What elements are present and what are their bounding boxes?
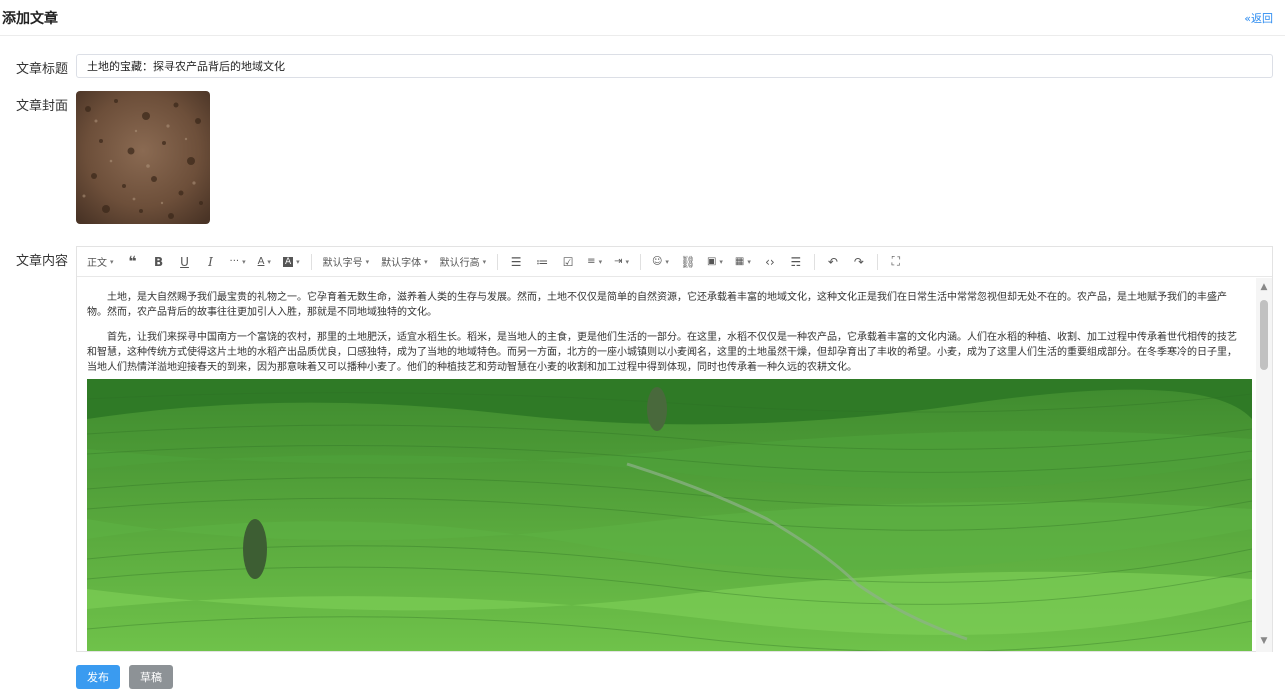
chevron-down-icon: ▾ — [482, 257, 487, 266]
page-title: 添加文章 — [2, 11, 58, 27]
toolbar-divider — [813, 253, 815, 270]
chevron-down-icon: ▾ — [365, 257, 370, 266]
undo-icon[interactable]: ↶ — [820, 251, 846, 273]
image-icon[interactable]: ▣ ▾ — [701, 251, 729, 273]
align-icon[interactable]: ≡ ▾ — [581, 251, 608, 273]
back-link[interactable]: «返回 — [1244, 10, 1273, 26]
line-height-label: 默认行高 — [439, 258, 480, 269]
scroll-up-icon[interactable]: ▲ — [1256, 280, 1272, 294]
table-icon[interactable]: ▦ ▾ — [729, 251, 757, 273]
link-icon[interactable]: ⛓ — [675, 251, 701, 273]
bold-icon[interactable]: B — [146, 251, 172, 273]
chevron-down-icon: ▾ — [267, 257, 271, 266]
toolbar-divider — [639, 253, 641, 270]
scroll-down-icon[interactable]: ▼ — [1256, 634, 1272, 648]
content-paragraph[interactable]: 首先，让我们来探寻中国南方一个富饶的农村，那里的土地肥沃，适宜水稻生长。稻米，是… — [87, 330, 1246, 375]
code-icon[interactable]: ‹› — [757, 251, 783, 273]
divider-icon[interactable]: ☴ — [783, 251, 809, 273]
cover-image[interactable] — [76, 91, 210, 224]
fullscreen-icon[interactable]: ⛶ — [883, 251, 909, 273]
rich-text-editor[interactable]: 正文 ▾ ❝ B U I ··· ▾ A ▾ A ▾ 默认字号 ▾ 默认字体 ▾ 默认行高 ▾… — [76, 246, 1273, 652]
chevron-down-icon: ▾ — [110, 257, 114, 266]
content-label: 文章内容 — [15, 254, 68, 269]
quote-icon[interactable]: ❝ — [120, 251, 146, 273]
font-size-dropdown[interactable]: 默认字号 ▾ — [317, 251, 376, 273]
paragraph-style-dropdown[interactable]: 正文 ▾ — [81, 251, 120, 273]
font-family-dropdown[interactable]: 默认字体 ▾ — [375, 251, 434, 273]
underline-icon[interactable]: U — [172, 251, 198, 273]
chevron-down-icon: ▾ — [424, 257, 428, 266]
font-color-icon[interactable]: A ▾ — [252, 251, 277, 273]
chevron-down-icon: ▾ — [242, 257, 246, 266]
toolbar-divider — [497, 253, 499, 270]
page-header: 添加文章 «返回 — [0, 0, 1285, 36]
chevron-down-icon: ▾ — [598, 257, 603, 266]
chevron-down-icon: ▾ — [719, 257, 723, 266]
scrollbar-thumb[interactable] — [1260, 300, 1268, 370]
chevron-down-icon: ▾ — [747, 257, 751, 266]
cover-label: 文章封面 — [15, 99, 68, 114]
cover-soil-picture — [76, 91, 210, 224]
content-image[interactable] — [87, 379, 1252, 651]
paragraph-style-label: 正文 — [87, 258, 107, 269]
toolbar-divider — [310, 253, 312, 270]
chevron-down-icon: ▾ — [296, 257, 300, 266]
title-input[interactable] — [76, 54, 1273, 78]
todo-icon[interactable]: ☑ — [555, 251, 581, 273]
publish-button[interactable]: 发布 — [76, 665, 120, 689]
editor-content[interactable]: 土地，是大自然赐予我们最宝贵的礼物之一。它孕育着无数生命，滋养着人类的生存与发展… — [77, 278, 1256, 652]
emoji-icon[interactable]: ☺ ▾ — [646, 251, 675, 273]
line-height-dropdown[interactable]: 默认行高 ▾ — [434, 251, 493, 273]
bulleted-list-icon[interactable]: ☰ — [503, 251, 529, 273]
more-icon[interactable]: ··· ▾ — [224, 251, 252, 273]
redo-icon[interactable]: ↷ — [846, 251, 872, 273]
title-label: 文章标题 — [15, 62, 68, 77]
italic-icon[interactable]: I — [198, 251, 224, 273]
indent-icon[interactable]: ⇥ ▾ — [608, 251, 635, 273]
numbered-list-icon[interactable]: ≔ — [529, 251, 555, 273]
draft-button[interactable]: 草稿 — [129, 665, 173, 689]
content-paragraph[interactable]: 土地，是大自然赐予我们最宝贵的礼物之一。它孕育着无数生命，滋养着人类的生存与发展… — [87, 290, 1246, 320]
editor-toolbar: 正文 ▾ ❝ B U I ··· ▾ A ▾ A ▾ 默认字号 ▾ 默认字体 ▾ 默认行高 ▾… — [77, 247, 1272, 277]
chevron-down-icon: ▾ — [625, 257, 629, 266]
chevron-down-icon: ▾ — [665, 257, 669, 266]
editor-scrollbar[interactable]: ▲ ▼ — [1256, 278, 1272, 652]
toolbar-divider — [876, 253, 878, 270]
font-family-label: 默认字体 — [381, 258, 422, 269]
background-color-icon[interactable]: A ▾ — [277, 251, 306, 273]
font-size-label: 默认字号 — [322, 258, 363, 269]
